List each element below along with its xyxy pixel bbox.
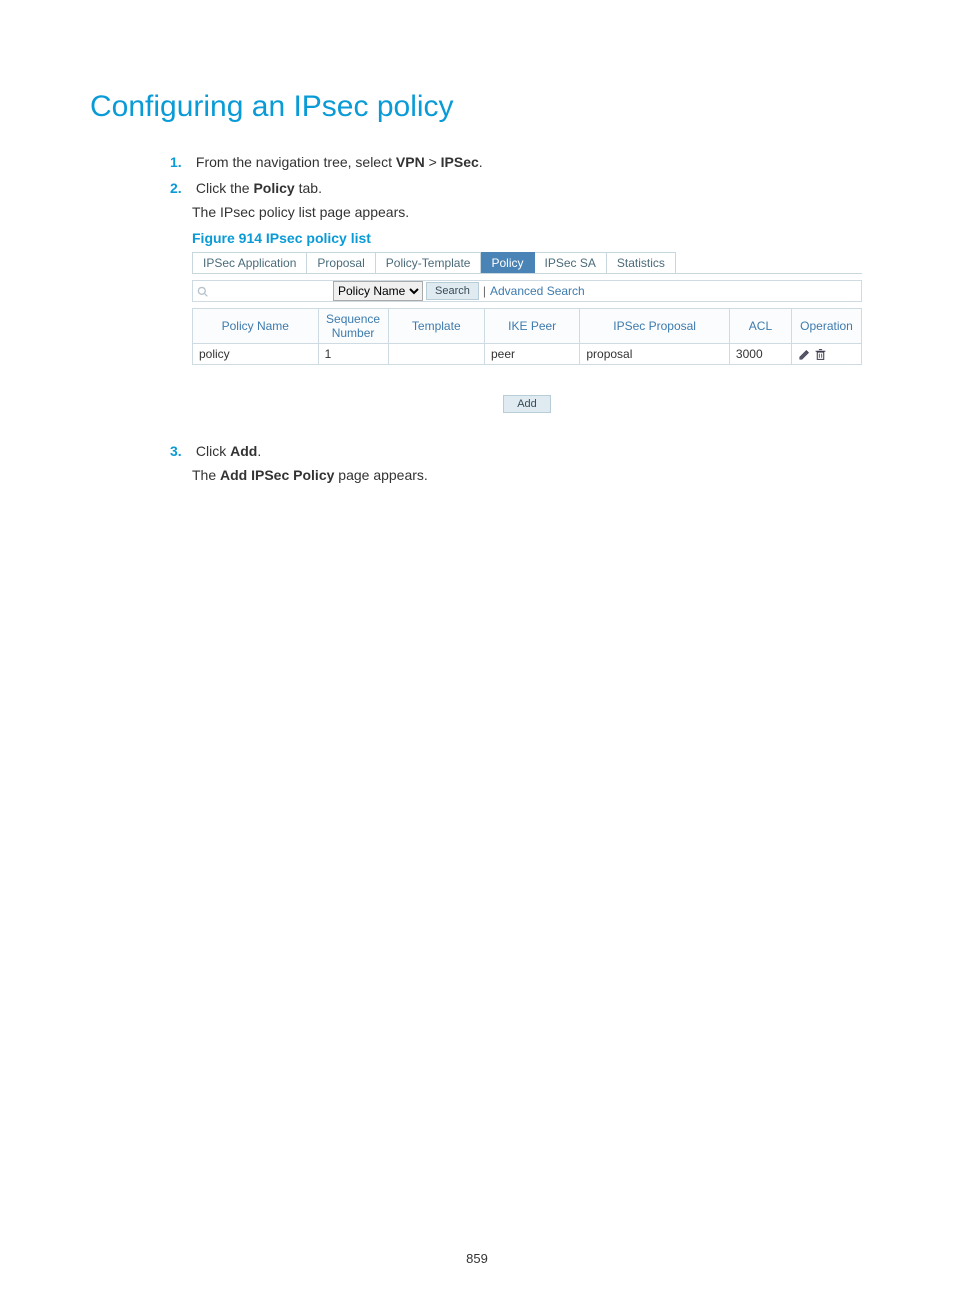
cell-proposal: proposal xyxy=(580,344,730,365)
edit-icon[interactable] xyxy=(798,348,811,361)
policy-table: Policy Name Sequence Number Template IKE… xyxy=(192,308,862,365)
step-number: 1. xyxy=(170,154,192,170)
advanced-search-link[interactable]: Advanced Search xyxy=(490,284,585,298)
add-button[interactable]: Add xyxy=(503,395,551,413)
step-subtext: The IPsec policy list page appears. xyxy=(192,204,864,220)
search-icon xyxy=(197,286,208,297)
tab-policy-template[interactable]: Policy-Template xyxy=(376,252,482,273)
cell-template xyxy=(388,344,484,365)
tab-bar: IPSec Application Proposal Policy-Templa… xyxy=(192,252,862,274)
search-input[interactable] xyxy=(193,281,333,301)
table-header-row: Policy Name Sequence Number Template IKE… xyxy=(193,309,862,344)
search-button[interactable]: Search xyxy=(426,282,479,300)
step-number: 3. xyxy=(170,443,192,459)
cell-seq: 1 xyxy=(318,344,388,365)
figure-caption: Figure 914 IPsec policy list xyxy=(192,230,864,246)
tab-policy[interactable]: Policy xyxy=(481,252,534,273)
col-acl[interactable]: ACL xyxy=(729,309,791,344)
cell-ike: peer xyxy=(484,344,579,365)
delete-icon[interactable] xyxy=(814,348,827,361)
step-text: Click Add. xyxy=(196,443,261,459)
cell-policy-name: policy xyxy=(193,344,319,365)
step-subtext: The Add IPSec Policy page appears. xyxy=(192,467,864,483)
col-sequence-number[interactable]: Sequence Number xyxy=(318,309,388,344)
col-policy-name[interactable]: Policy Name xyxy=(193,309,319,344)
step-text: From the navigation tree, select VPN > I… xyxy=(196,154,483,170)
col-ike-peer[interactable]: IKE Peer xyxy=(484,309,579,344)
tab-ipsec-sa[interactable]: IPSec SA xyxy=(535,252,607,273)
table-row: policy 1 peer proposal 3000 xyxy=(193,344,862,365)
step-text: Click the Policy tab. xyxy=(196,180,322,196)
ipsec-policy-list-ui: IPSec Application Proposal Policy-Templa… xyxy=(192,252,862,413)
col-template[interactable]: Template xyxy=(388,309,484,344)
step-number: 2. xyxy=(170,180,192,196)
col-ipsec-proposal[interactable]: IPSec Proposal xyxy=(580,309,730,344)
col-operation: Operation xyxy=(792,309,862,344)
cell-operation xyxy=(792,344,862,365)
step-3: 3. Click Add. The Add IPSec Policy page … xyxy=(170,443,864,483)
step-1: 1. From the navigation tree, select VPN … xyxy=(170,154,864,170)
page-number: 859 xyxy=(0,1251,954,1266)
cell-acl: 3000 xyxy=(729,344,791,365)
search-field-select[interactable]: Policy Name xyxy=(333,281,423,301)
page-title: Configuring an IPsec policy xyxy=(90,90,864,124)
tab-ipsec-application[interactable]: IPSec Application xyxy=(192,252,307,273)
search-bar: Policy Name Search | Advanced Search xyxy=(192,280,862,302)
tab-proposal[interactable]: Proposal xyxy=(307,252,375,273)
tab-statistics[interactable]: Statistics xyxy=(607,252,676,273)
step-2: 2. Click the Policy tab. The IPsec polic… xyxy=(170,180,864,413)
